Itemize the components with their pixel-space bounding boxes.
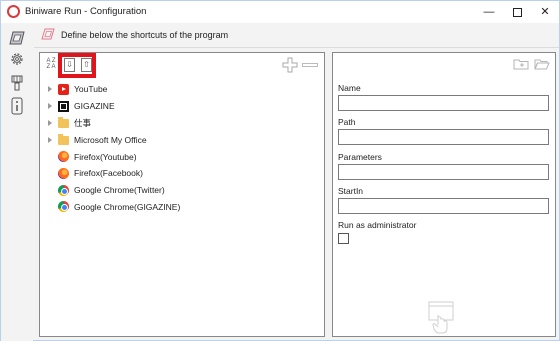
expand-arrow-icon[interactable] [47,86,53,93]
open-folder-button[interactable] [534,58,550,70]
page-header: Define below the shortcuts of the progra… [34,24,559,46]
maximize-icon [512,7,522,17]
tree-item-gigazine[interactable]: GIGAZINE [40,98,324,115]
add-shortcut-button[interactable] [282,57,298,73]
tree-item-label: Google Chrome(Twitter) [74,185,165,196]
shortcut-tree: YouTube GIGAZINE 仕事 Microsoft My Office … [40,81,324,215]
minimize-button[interactable]: — [475,1,503,23]
tree-item-chrome-twitter[interactable]: Google Chrome(Twitter) [40,182,324,199]
settings-gear-icon [11,53,23,65]
maximize-button[interactable] [503,1,531,23]
header-divider [34,47,559,48]
startin-label: StartIn [338,186,364,196]
tree-item-chrome-gigazine[interactable]: Google Chrome(GIGAZINE) [40,199,324,216]
youtube-icon [58,83,69,95]
path-field[interactable] [338,129,549,145]
window-title: Biniware Run - Configuration [25,6,147,17]
sort-button[interactable]: A Z Z A [44,58,58,72]
rail-about-button[interactable] [8,97,26,115]
parameters-field[interactable] [338,164,549,180]
title-bar: Biniware Run - Configuration — ✕ [1,1,559,23]
tree-item-label: GIGAZINE [74,101,115,112]
shortcuts-header-icon [41,28,55,40]
shortcut-list-panel: A Z Z A ⇩ ⇧ YouTube GIGAZINE 仕事 Microsof… [39,52,325,337]
page-description: Define below the shortcuts of the progra… [61,30,229,40]
brush-icon [11,75,23,91]
chrome-icon [58,201,69,213]
path-label: Path [338,117,356,127]
close-button[interactable]: ✕ [531,1,559,23]
sort-za-icon: Z A [46,64,56,70]
tree-item-youtube[interactable]: YouTube [40,81,324,98]
tree-item-label: Google Chrome(GIGAZINE) [74,201,181,212]
tree-item-firefox-youtube[interactable]: Firefox(Youtube) [40,148,324,165]
parameters-label: Parameters [338,152,382,162]
name-field[interactable] [338,95,549,111]
shortcuts-icon [9,31,25,45]
gigazine-icon [58,100,69,112]
configuration-window: Biniware Run - Configuration — ✕ Define … [0,0,560,341]
folder-icon [58,133,69,145]
firefox-icon [58,167,69,179]
shortcut-list-toolbar: A Z Z A ⇩ ⇧ [40,53,324,78]
drag-drop-target-icon [428,301,454,334]
run-as-admin-label: Run as administrator [338,220,417,230]
folder-icon [58,116,69,128]
firefox-icon [58,151,69,163]
tree-item-label: 仕事 [74,117,92,128]
expand-arrow-icon[interactable] [47,103,53,110]
highlight-box [58,53,96,78]
shortcut-properties-panel: Name Path Parameters StartIn Run as admi… [332,52,556,337]
info-icon [11,97,23,115]
rail-settings-button[interactable] [8,50,26,68]
tree-item-label: Microsoft My Office [74,134,147,145]
remove-shortcut-button[interactable] [302,63,318,67]
browse-folder-button[interactable] [513,58,529,70]
run-as-admin-checkbox[interactable] [338,233,349,244]
tree-item-firefox-facebook[interactable]: Firefox(Facebook) [40,165,324,182]
expand-arrow-icon[interactable] [47,119,53,126]
left-rail [1,23,33,341]
tree-item-work-folder[interactable]: 仕事 [40,115,324,132]
chrome-icon [58,184,69,196]
startin-field[interactable] [338,198,549,214]
tree-item-label: YouTube [74,84,108,95]
tree-item-label: Firefox(Youtube) [74,151,137,162]
rail-appearance-button[interactable] [8,74,26,92]
name-label: Name [338,83,361,93]
expand-arrow-icon[interactable] [47,136,53,143]
app-logo-icon [7,5,20,18]
tree-item-label: Firefox(Facebook) [74,168,143,179]
tree-item-microsoft-my-office[interactable]: Microsoft My Office [40,131,324,148]
rail-shortcuts-button[interactable] [8,29,26,47]
